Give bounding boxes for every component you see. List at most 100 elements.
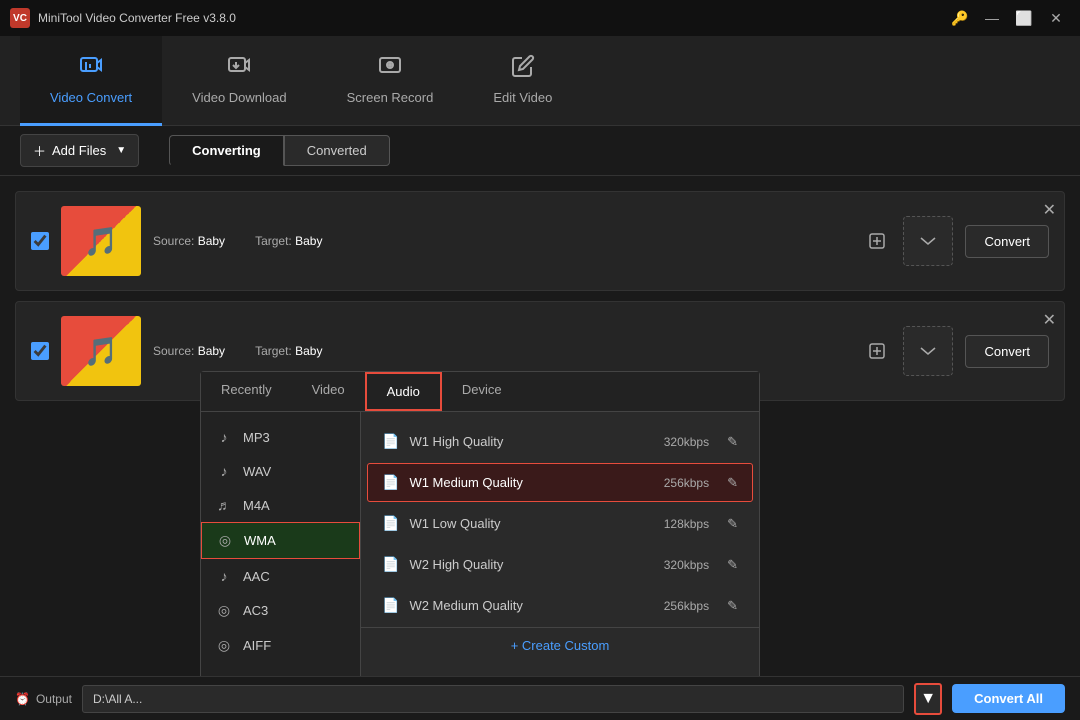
format-item-ac3[interactable]: ◎ AC3 bbox=[201, 593, 360, 628]
tab-converting[interactable]: Converting bbox=[169, 135, 284, 166]
format-list: ♪ MP3 ♪ WAV ♬ M4A ◎ WMA ♪ AAC bbox=[201, 412, 361, 676]
expand-button[interactable] bbox=[903, 216, 953, 266]
nav-edit-video[interactable]: Edit Video bbox=[463, 36, 582, 126]
app-title: MiniTool Video Converter Free v3.8.0 bbox=[38, 11, 236, 25]
quality-edit-icon-4[interactable]: ✎ bbox=[727, 557, 738, 573]
quality-edit-icon-2[interactable]: ✎ bbox=[727, 475, 738, 491]
quality-item-w2-medium[interactable]: 📄 W2 Medium Quality 256kbps ✎ bbox=[367, 586, 753, 625]
thumb-inner-2: 🎵 bbox=[61, 316, 141, 386]
close-button[interactable]: ✕ bbox=[1042, 4, 1070, 32]
quality-name-2: W1 Medium Quality bbox=[409, 475, 653, 490]
quality-file-icon-2: 📄 bbox=[382, 474, 399, 491]
quality-file-icon: 📄 bbox=[382, 433, 399, 450]
file-source-row: Source: Baby Target: Baby bbox=[153, 234, 851, 248]
quality-item-w1-low[interactable]: 📄 W1 Low Quality 128kbps ✎ bbox=[367, 504, 753, 543]
format-item-aac[interactable]: ♪ AAC bbox=[201, 559, 360, 593]
quality-bitrate-5: 256kbps bbox=[664, 599, 709, 613]
maximize-button[interactable]: ⬜ bbox=[1010, 4, 1038, 32]
mp3-icon: ♪ bbox=[215, 429, 233, 445]
dropdown-tabs: Recently Video Audio Device bbox=[201, 372, 759, 412]
nav-video-convert-label: Video Convert bbox=[50, 90, 132, 105]
mp3-label: MP3 bbox=[243, 430, 270, 445]
file-checkbox-2[interactable] bbox=[31, 342, 49, 360]
add-files-button[interactable]: ＋ Add Files ▼ bbox=[20, 134, 139, 167]
dropdown-tab-video[interactable]: Video bbox=[292, 372, 365, 411]
dropdown-tab-audio[interactable]: Audio bbox=[365, 372, 442, 411]
add-files-dropdown-icon: ▼ bbox=[116, 145, 126, 156]
m4a-label: M4A bbox=[243, 498, 270, 513]
expand-button-2[interactable] bbox=[903, 326, 953, 376]
quality-edit-icon-5[interactable]: ✎ bbox=[727, 598, 738, 614]
close-row-button-2[interactable]: ✕ bbox=[1043, 310, 1056, 330]
aiff-label: AIFF bbox=[243, 638, 271, 653]
quality-item-w1-high[interactable]: 📄 W1 High Quality 320kbps ✎ bbox=[367, 422, 753, 461]
file-thumbnail-2: 🎵 bbox=[61, 316, 141, 386]
quality-bitrate-3: 128kbps bbox=[664, 517, 709, 531]
aac-icon: ♪ bbox=[215, 568, 233, 584]
format-item-wma[interactable]: ◎ WMA bbox=[201, 522, 360, 559]
nav-video-download-label: Video Download bbox=[192, 90, 286, 105]
edit-icon-button-2[interactable] bbox=[863, 337, 891, 365]
quality-item-w1-medium[interactable]: 📄 W1 Medium Quality 256kbps ✎ bbox=[367, 463, 753, 502]
output-path-input[interactable] bbox=[82, 685, 904, 713]
video-convert-icon bbox=[79, 54, 103, 84]
source-label-2: Source: Baby bbox=[153, 344, 225, 358]
wav-label: WAV bbox=[243, 464, 271, 479]
m4r-label: M4R bbox=[243, 673, 270, 676]
aac-label: AAC bbox=[243, 569, 270, 584]
video-download-icon bbox=[227, 54, 251, 84]
wma-icon: ◎ bbox=[216, 532, 234, 549]
convert-button-2[interactable]: Convert bbox=[965, 335, 1049, 368]
key-button[interactable]: 🔑 bbox=[946, 4, 974, 32]
quality-item-w2-high[interactable]: 📄 W2 High Quality 320kbps ✎ bbox=[367, 545, 753, 584]
main-content: 🎵 Source: Baby Target: Baby Convert ✕ 🎵 bbox=[0, 176, 1080, 676]
file-source-row-2: Source: Baby Target: Baby bbox=[153, 344, 851, 358]
quality-name: W1 High Quality bbox=[409, 434, 653, 449]
toolbar: ＋ Add Files ▼ Converting Converted bbox=[0, 126, 1080, 176]
close-row-button[interactable]: ✕ bbox=[1043, 200, 1056, 220]
target-label-2: Target: Baby bbox=[255, 344, 322, 358]
tab-group: Converting Converted bbox=[169, 135, 390, 166]
format-item-aiff[interactable]: ◎ AIFF bbox=[201, 628, 360, 663]
bottom-bar: ⏰ Output ▼ Convert All bbox=[0, 676, 1080, 720]
m4a-icon: ♬ bbox=[215, 497, 233, 513]
format-item-wav[interactable]: ♪ WAV bbox=[201, 454, 360, 488]
nav-screen-record-label: Screen Record bbox=[347, 90, 434, 105]
title-bar-left: VC MiniTool Video Converter Free v3.8.0 bbox=[10, 8, 236, 28]
output-text: Output bbox=[36, 692, 72, 706]
file-info: Source: Baby Target: Baby bbox=[153, 234, 851, 248]
nav-screen-record[interactable]: Screen Record bbox=[317, 36, 464, 126]
format-dropdown: Recently Video Audio Device ♪ MP3 ♪ WAV … bbox=[200, 371, 760, 676]
title-bar: VC MiniTool Video Converter Free v3.8.0 … bbox=[0, 0, 1080, 36]
quality-list: 📄 W1 High Quality 320kbps ✎ 📄 W1 Medium … bbox=[361, 412, 759, 676]
file-info-2: Source: Baby Target: Baby bbox=[153, 344, 851, 358]
file-row: 🎵 Source: Baby Target: Baby Convert ✕ bbox=[15, 191, 1065, 291]
convert-button[interactable]: Convert bbox=[965, 225, 1049, 258]
title-bar-controls: 🔑 — ⬜ ✕ bbox=[946, 4, 1070, 32]
nav-video-download[interactable]: Video Download bbox=[162, 36, 316, 126]
format-item-m4a[interactable]: ♬ M4A bbox=[201, 488, 360, 522]
quality-name-5: W2 Medium Quality bbox=[409, 598, 653, 613]
quality-edit-icon[interactable]: ✎ bbox=[727, 434, 738, 450]
aiff-icon: ◎ bbox=[215, 637, 233, 654]
dropdown-tab-recently[interactable]: Recently bbox=[201, 372, 292, 411]
edit-icon-button[interactable] bbox=[863, 227, 891, 255]
minimize-button[interactable]: — bbox=[978, 4, 1006, 32]
file-checkbox[interactable] bbox=[31, 232, 49, 250]
quality-bitrate-4: 320kbps bbox=[664, 558, 709, 572]
tab-converted[interactable]: Converted bbox=[284, 135, 390, 166]
nav-video-convert[interactable]: Video Convert bbox=[20, 36, 162, 126]
screen-record-icon bbox=[378, 54, 402, 84]
quality-edit-icon-3[interactable]: ✎ bbox=[727, 516, 738, 532]
convert-all-dropdown-button[interactable]: ▼ bbox=[914, 683, 942, 715]
create-custom-button[interactable]: + Create Custom bbox=[361, 627, 759, 663]
source-label: Source: Baby bbox=[153, 234, 225, 248]
dropdown-tab-device[interactable]: Device bbox=[442, 372, 522, 411]
convert-all-button[interactable]: Convert All bbox=[952, 684, 1065, 713]
ac3-label: AC3 bbox=[243, 603, 268, 618]
nav-bar: Video Convert Video Download Screen Reco… bbox=[0, 36, 1080, 126]
format-item-mp3[interactable]: ♪ MP3 bbox=[201, 420, 360, 454]
edit-video-icon bbox=[511, 54, 535, 84]
format-item-m4r[interactable]: ◎ M4R bbox=[201, 663, 360, 676]
wav-icon: ♪ bbox=[215, 463, 233, 479]
